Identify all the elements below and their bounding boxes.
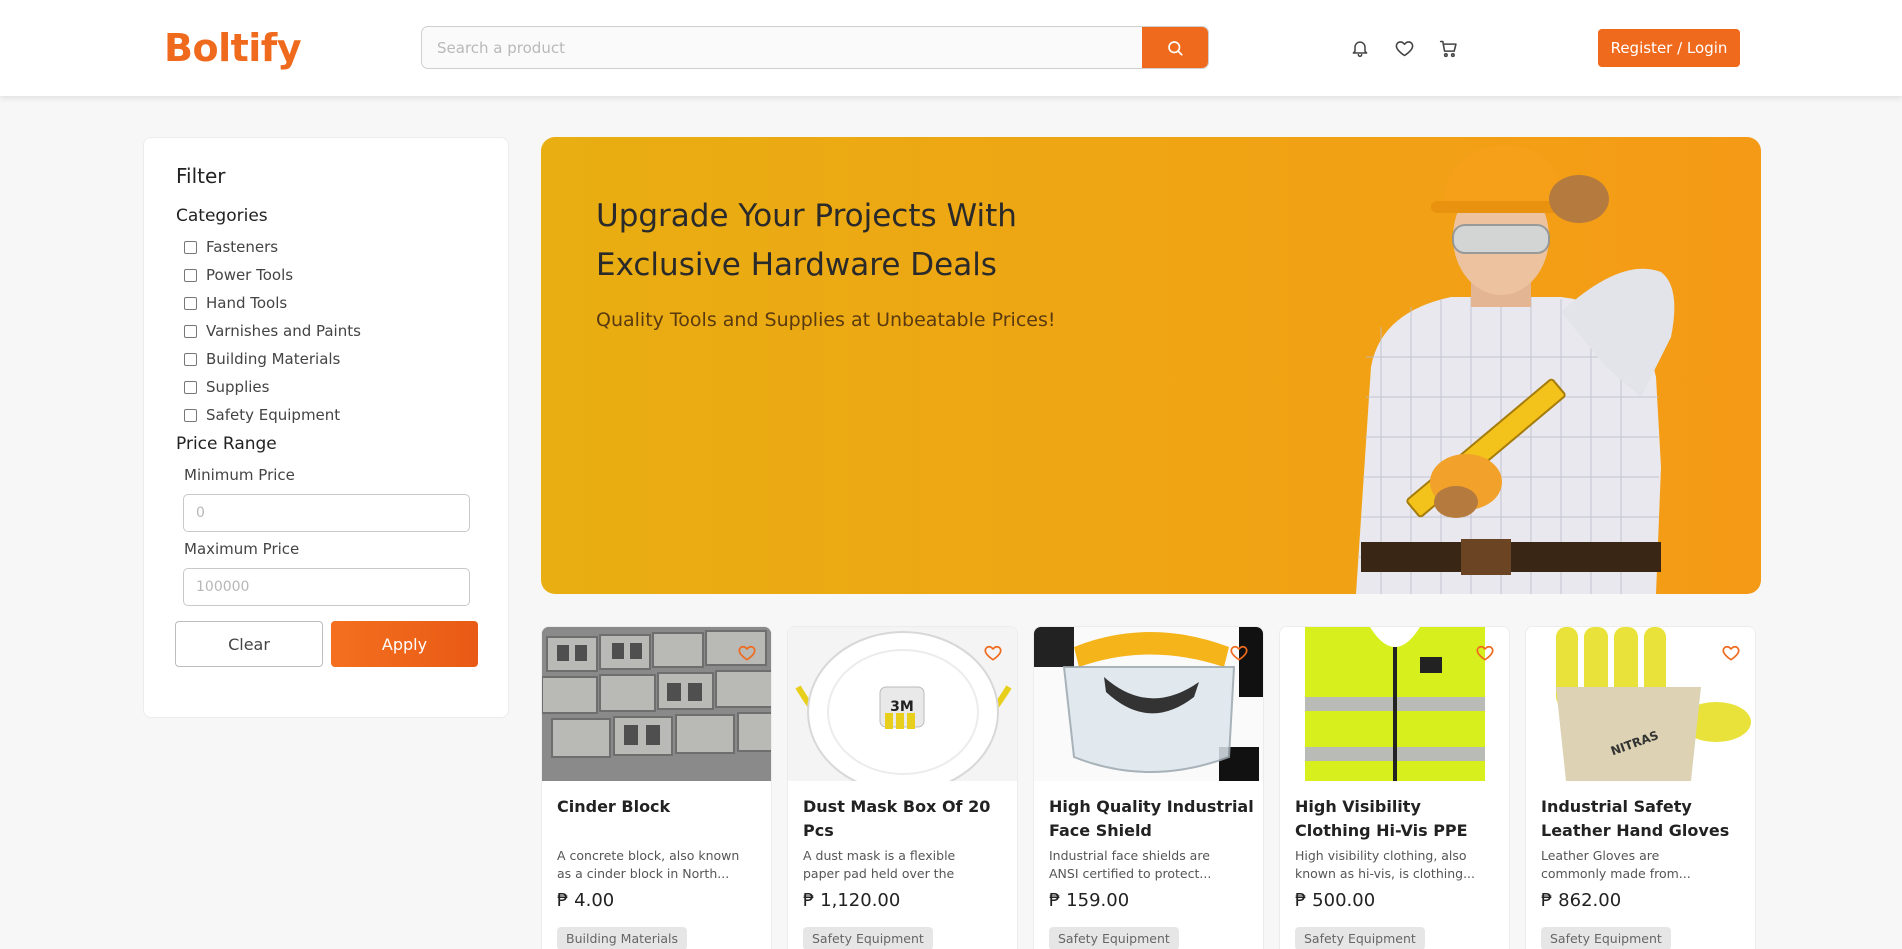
max-price-input[interactable] bbox=[183, 568, 470, 606]
product-price: ₱ 4.00 bbox=[557, 890, 615, 911]
checkbox[interactable] bbox=[184, 296, 197, 310]
product-price: ₱ 862.00 bbox=[1541, 890, 1622, 911]
register-login-button[interactable]: Register / Login bbox=[1598, 29, 1740, 67]
category-power-tools[interactable]: Power Tools bbox=[184, 265, 293, 285]
category-building-materials[interactable]: Building Materials bbox=[184, 349, 340, 369]
category-badge: Safety Equipment bbox=[803, 927, 933, 949]
cart-button[interactable] bbox=[1436, 36, 1460, 60]
category-label: Varnishes and Paints bbox=[206, 322, 361, 340]
product-description: A concrete block, also known as a cinder… bbox=[557, 848, 740, 881]
search-input[interactable] bbox=[422, 27, 1143, 68]
product-name: Industrial Safety Leather Hand Gloves bbox=[1541, 797, 1730, 840]
product-card[interactable]: 3M Dust Mask Box Of 20 Pcs A dust mask i… bbox=[787, 626, 1018, 949]
product-description: Industrial face shields are ANSI certifi… bbox=[1049, 848, 1212, 881]
wishlist-button[interactable] bbox=[1392, 36, 1416, 60]
product-name: Dust Mask Box Of 20 Pcs bbox=[803, 797, 991, 840]
notifications-button[interactable] bbox=[1348, 36, 1372, 60]
product-card[interactable]: NITRAS Industrial Safety Leather Hand Gl… bbox=[1525, 626, 1756, 949]
logo[interactable]: Boltify bbox=[164, 26, 302, 70]
product-card[interactable]: High Quality Industrial Face Shield Indu… bbox=[1033, 626, 1264, 949]
svg-text:3M: 3M bbox=[890, 699, 914, 715]
product-name: High Quality Industrial Face Shield bbox=[1049, 797, 1254, 840]
category-safety-equipment[interactable]: Safety Equipment bbox=[184, 405, 340, 425]
category-label: Fasteners bbox=[206, 238, 279, 256]
checkbox[interactable] bbox=[184, 324, 197, 338]
category-fasteners[interactable]: Fasteners bbox=[184, 237, 278, 257]
apply-button[interactable]: Apply bbox=[331, 621, 478, 667]
category-label: Safety Equipment bbox=[206, 406, 341, 424]
filter-title: Filter bbox=[176, 164, 226, 188]
heart-icon[interactable] bbox=[737, 643, 757, 663]
product-card[interactable]: Cinder Block A concrete block, also know… bbox=[541, 626, 772, 949]
heart-icon bbox=[1395, 40, 1413, 56]
product-description: Leather Gloves are commonly made from... bbox=[1541, 848, 1691, 881]
heart-icon[interactable] bbox=[1475, 643, 1495, 663]
checkbox[interactable] bbox=[184, 380, 197, 394]
search-button[interactable] bbox=[1142, 27, 1208, 68]
category-badge: Safety Equipment bbox=[1049, 927, 1179, 949]
category-label: Supplies bbox=[206, 378, 270, 396]
search-bar bbox=[421, 26, 1209, 69]
category-hand-tools[interactable]: Hand Tools bbox=[184, 293, 287, 313]
checkbox[interactable] bbox=[184, 240, 197, 254]
top-header: Boltify Register / Login bbox=[0, 0, 1902, 96]
cart-icon bbox=[1439, 40, 1457, 57]
product-name: High Visibility Clothing Hi-Vis PPE bbox=[1295, 797, 1468, 840]
bell-icon bbox=[1352, 41, 1368, 58]
min-price-input[interactable] bbox=[183, 494, 470, 532]
checkbox[interactable] bbox=[184, 408, 197, 422]
heart-icon[interactable] bbox=[1721, 643, 1741, 663]
product-card[interactable]: High Visibility Clothing Hi-Vis PPE High… bbox=[1279, 626, 1510, 949]
product-description: High visibility clothing, also known as … bbox=[1295, 848, 1475, 881]
heart-icon[interactable] bbox=[983, 643, 1003, 663]
category-badge: Safety Equipment bbox=[1295, 927, 1425, 949]
product-price: ₱ 1,120.00 bbox=[803, 890, 901, 911]
category-badge: Building Materials bbox=[557, 927, 687, 949]
banner-subtitle: Quality Tools and Supplies at Unbeatable… bbox=[596, 309, 1056, 331]
category-supplies[interactable]: Supplies bbox=[184, 377, 269, 397]
category-label: Power Tools bbox=[206, 266, 294, 284]
category-varnishes-paints[interactable]: Varnishes and Paints bbox=[184, 321, 361, 341]
construction-worker-image bbox=[1356, 145, 1675, 594]
clear-button[interactable]: Clear bbox=[175, 621, 323, 667]
max-price-label: Maximum Price bbox=[184, 540, 300, 558]
banner-title: Upgrade Your Projects With Exclusive Har… bbox=[596, 198, 1017, 283]
heart-icon[interactable] bbox=[1229, 643, 1249, 663]
min-price-label: Minimum Price bbox=[184, 466, 295, 484]
categories-title: Categories bbox=[176, 206, 268, 226]
category-label: Building Materials bbox=[206, 350, 341, 368]
checkbox[interactable] bbox=[184, 352, 197, 366]
product-price: ₱ 159.00 bbox=[1049, 890, 1130, 911]
product-name: Cinder Block bbox=[557, 797, 671, 816]
promo-banner: Upgrade Your Projects With Exclusive Har… bbox=[541, 137, 1761, 594]
search-icon bbox=[1168, 40, 1183, 56]
category-badge: Safety Equipment bbox=[1541, 927, 1671, 949]
category-label: Hand Tools bbox=[206, 294, 288, 312]
price-range-title: Price Range bbox=[176, 434, 277, 454]
product-description: A dust mask is a flexible paper pad held… bbox=[803, 848, 956, 881]
product-price: ₱ 500.00 bbox=[1295, 890, 1376, 911]
filter-panel: Filter Categories Fasteners Power Tools … bbox=[143, 137, 509, 718]
checkbox[interactable] bbox=[184, 268, 197, 282]
